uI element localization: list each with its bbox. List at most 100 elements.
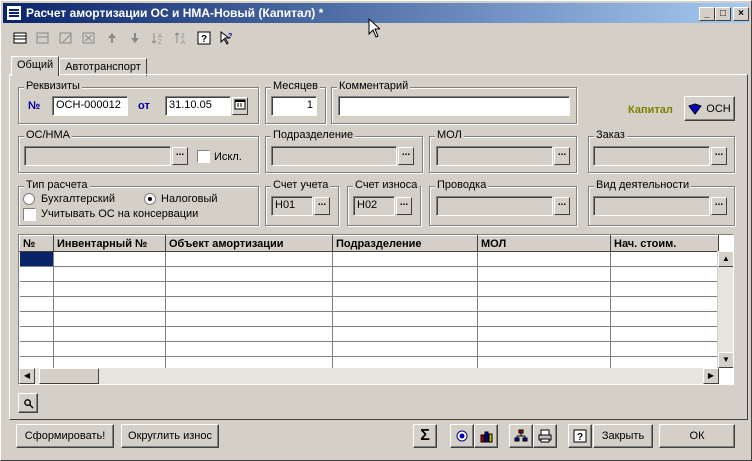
table-cell[interactable] (165, 341, 333, 357)
activity-select-button[interactable]: ... (711, 197, 727, 215)
column-header-number[interactable]: № (19, 235, 54, 252)
radio-tax[interactable] (144, 193, 156, 205)
report-button[interactable] (474, 424, 498, 448)
mol-select-button[interactable]: ... (554, 147, 570, 165)
table-row[interactable] (19, 281, 719, 297)
calendar-icon[interactable] (232, 97, 248, 115)
table-cell[interactable] (19, 266, 54, 282)
sort-desc-icon[interactable]: ZA (170, 28, 191, 48)
table-cell[interactable] (53, 266, 166, 282)
form-button[interactable]: Сформировать! (16, 424, 114, 448)
ok-button[interactable]: ОК (659, 424, 735, 448)
table-row[interactable] (19, 251, 719, 267)
table-cell[interactable] (332, 266, 478, 282)
table-cell[interactable] (332, 296, 478, 312)
close-button[interactable]: Закрыть (593, 424, 653, 448)
table-cell[interactable] (610, 326, 719, 342)
help-button[interactable]: ? (568, 424, 592, 448)
table-cell[interactable] (53, 281, 166, 297)
account-select-button[interactable]: ... (314, 197, 330, 215)
delete-row-icon[interactable] (78, 28, 99, 48)
table-cell[interactable] (53, 311, 166, 327)
table-cell[interactable] (53, 341, 166, 357)
order-field[interactable] (593, 146, 710, 166)
vertical-scrollbar[interactable]: ▲ ▼ (717, 251, 733, 368)
edit-row-icon[interactable] (55, 28, 76, 48)
table-row[interactable] (19, 326, 719, 342)
table-cell[interactable] (477, 296, 611, 312)
table-row[interactable] (19, 266, 719, 282)
assets-table[interactable]: № Инвентарный № Объект амортизации Подра… (18, 234, 734, 385)
depreciation-account-select-button[interactable]: ... (396, 197, 412, 215)
comment-field[interactable] (338, 96, 570, 116)
help-icon[interactable]: ? (193, 28, 214, 48)
add-row-icon[interactable] (9, 28, 30, 48)
order-select-button[interactable]: ... (711, 147, 727, 165)
table-cell[interactable] (477, 341, 611, 357)
mol-field[interactable] (436, 146, 553, 166)
table-cell[interactable] (53, 296, 166, 312)
conservation-checkbox[interactable] (23, 208, 36, 221)
column-header-subdivision[interactable]: Подразделение (332, 235, 478, 252)
scroll-up-button[interactable]: ▲ (718, 251, 733, 267)
table-cell[interactable] (19, 326, 54, 342)
posting-field[interactable] (436, 196, 553, 216)
table-cell[interactable] (165, 281, 333, 297)
column-header-mol[interactable]: МОЛ (477, 235, 611, 252)
move-up-icon[interactable] (101, 28, 122, 48)
table-cell[interactable] (165, 251, 333, 267)
table-cell[interactable] (165, 266, 333, 282)
table-row[interactable] (19, 311, 719, 327)
radio-accounting[interactable] (23, 193, 35, 205)
table-row[interactable] (19, 296, 719, 312)
copy-row-icon[interactable] (32, 28, 53, 48)
print-button[interactable] (533, 424, 557, 448)
radio-icon-button[interactable] (450, 424, 474, 448)
number-field[interactable]: ОСН-000012 (52, 96, 128, 116)
table-cell[interactable] (332, 341, 478, 357)
column-header-initial-cost[interactable]: Нач. стоим. (610, 235, 719, 252)
table-cell[interactable] (610, 341, 719, 357)
search-button[interactable] (18, 393, 38, 413)
scroll-right-button[interactable]: ▶ (703, 368, 719, 384)
table-cell[interactable] (332, 311, 478, 327)
structure-button[interactable] (509, 424, 533, 448)
table-cell[interactable] (332, 251, 478, 267)
subdivision-field[interactable] (271, 146, 397, 166)
table-cell[interactable] (53, 326, 166, 342)
table-cell[interactable] (610, 296, 719, 312)
context-help-icon[interactable]: ? (216, 28, 237, 48)
table-cell[interactable] (19, 341, 54, 357)
table-row[interactable] (19, 341, 719, 357)
column-header-object[interactable]: Объект амортизации (165, 235, 333, 252)
sort-asc-icon[interactable]: AZ (147, 28, 168, 48)
column-header-inventory[interactable]: Инвентарный № (53, 235, 166, 252)
scroll-left-button[interactable]: ◀ (19, 368, 35, 384)
table-cell[interactable] (477, 266, 611, 282)
table-cell[interactable] (477, 326, 611, 342)
table-cell[interactable] (610, 251, 719, 267)
table-cell[interactable] (19, 296, 54, 312)
months-field[interactable]: 1 (271, 96, 317, 116)
scroll-down-button[interactable]: ▼ (718, 352, 733, 368)
table-cell[interactable] (19, 251, 54, 267)
table-cell[interactable] (477, 281, 611, 297)
minimize-button[interactable]: _ (699, 7, 715, 21)
table-cell[interactable] (53, 251, 166, 267)
table-cell[interactable] (165, 326, 333, 342)
date-field[interactable]: 31.10.05 (165, 96, 231, 116)
activity-field[interactable] (593, 196, 710, 216)
subdivision-select-button[interactable]: ... (398, 147, 414, 165)
table-cell[interactable] (610, 266, 719, 282)
depreciation-account-field[interactable]: Н02 (353, 196, 395, 216)
posting-select-button[interactable]: ... (554, 197, 570, 215)
move-down-icon[interactable] (124, 28, 145, 48)
table-cell[interactable] (332, 326, 478, 342)
sum-button[interactable]: Σ (413, 424, 437, 448)
osn-button[interactable]: ОСН (684, 96, 735, 121)
round-depreciation-button[interactable]: Округлить износ (121, 424, 219, 448)
account-field[interactable]: Н01 (271, 196, 313, 216)
horizontal-scroll-thumb[interactable] (39, 368, 99, 384)
exclude-checkbox[interactable] (197, 150, 210, 163)
table-cell[interactable] (610, 311, 719, 327)
